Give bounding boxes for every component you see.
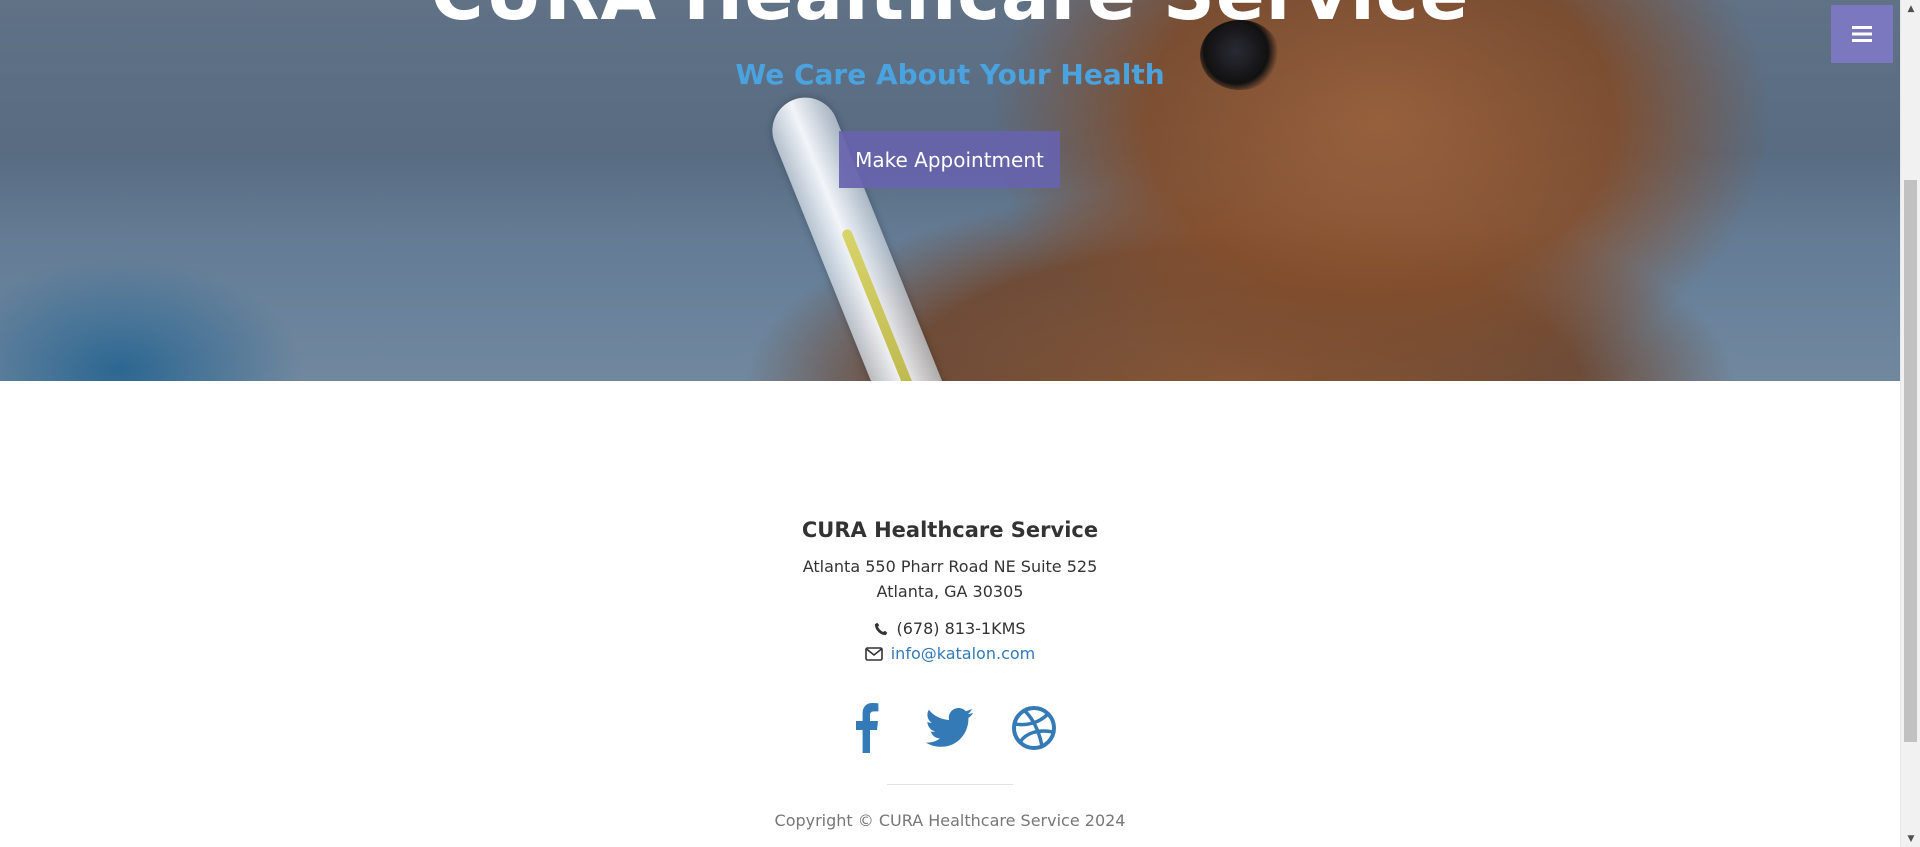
footer-divider [887, 784, 1013, 785]
hero-title: CURA Healthcare Service [0, 0, 1900, 36]
address-line-1: Atlanta 550 Pharr Road NE Suite 525 [802, 557, 1098, 576]
vertical-scrollbar[interactable]: ▲ ▼ [1900, 0, 1920, 847]
twitter-link[interactable] [925, 703, 975, 753]
scroll-down-arrow-icon[interactable]: ▼ [1901, 830, 1920, 847]
dribbble-icon [1012, 706, 1056, 750]
facebook-link[interactable] [841, 703, 891, 753]
hero-section: CURA Healthcare Service We Care About Yo… [0, 0, 1900, 381]
phone-icon [875, 622, 888, 635]
dribbble-link[interactable] [1009, 703, 1059, 753]
menu-toggle-button[interactable] [1831, 5, 1893, 63]
copyright-text: Copyright © CURA Healthcare Service 2024 [774, 811, 1126, 830]
footer: CURA Healthcare Service Atlanta 550 Phar… [0, 381, 1900, 847]
twitter-icon [926, 708, 974, 747]
address-line-2: Atlanta, GA 30305 [876, 582, 1024, 601]
social-links [0, 703, 1900, 753]
hero-subtitle: We Care About Your Health [735, 58, 1165, 91]
phone-line: (678) 813-1KMS [0, 619, 1900, 638]
scroll-up-arrow-icon[interactable]: ▲ [1901, 0, 1920, 17]
footer-title: CURA Healthcare Service [801, 518, 1099, 542]
phone-number: (678) 813-1KMS [896, 619, 1026, 638]
bars-icon [1852, 26, 1872, 42]
facebook-icon [856, 703, 879, 753]
make-appointment-button[interactable]: Make Appointment [839, 131, 1060, 188]
scrollbar-thumb[interactable] [1904, 180, 1917, 742]
envelope-icon [864, 646, 883, 661]
email-line: info@katalon.com [0, 644, 1900, 663]
email-link[interactable]: info@katalon.com [891, 644, 1036, 663]
